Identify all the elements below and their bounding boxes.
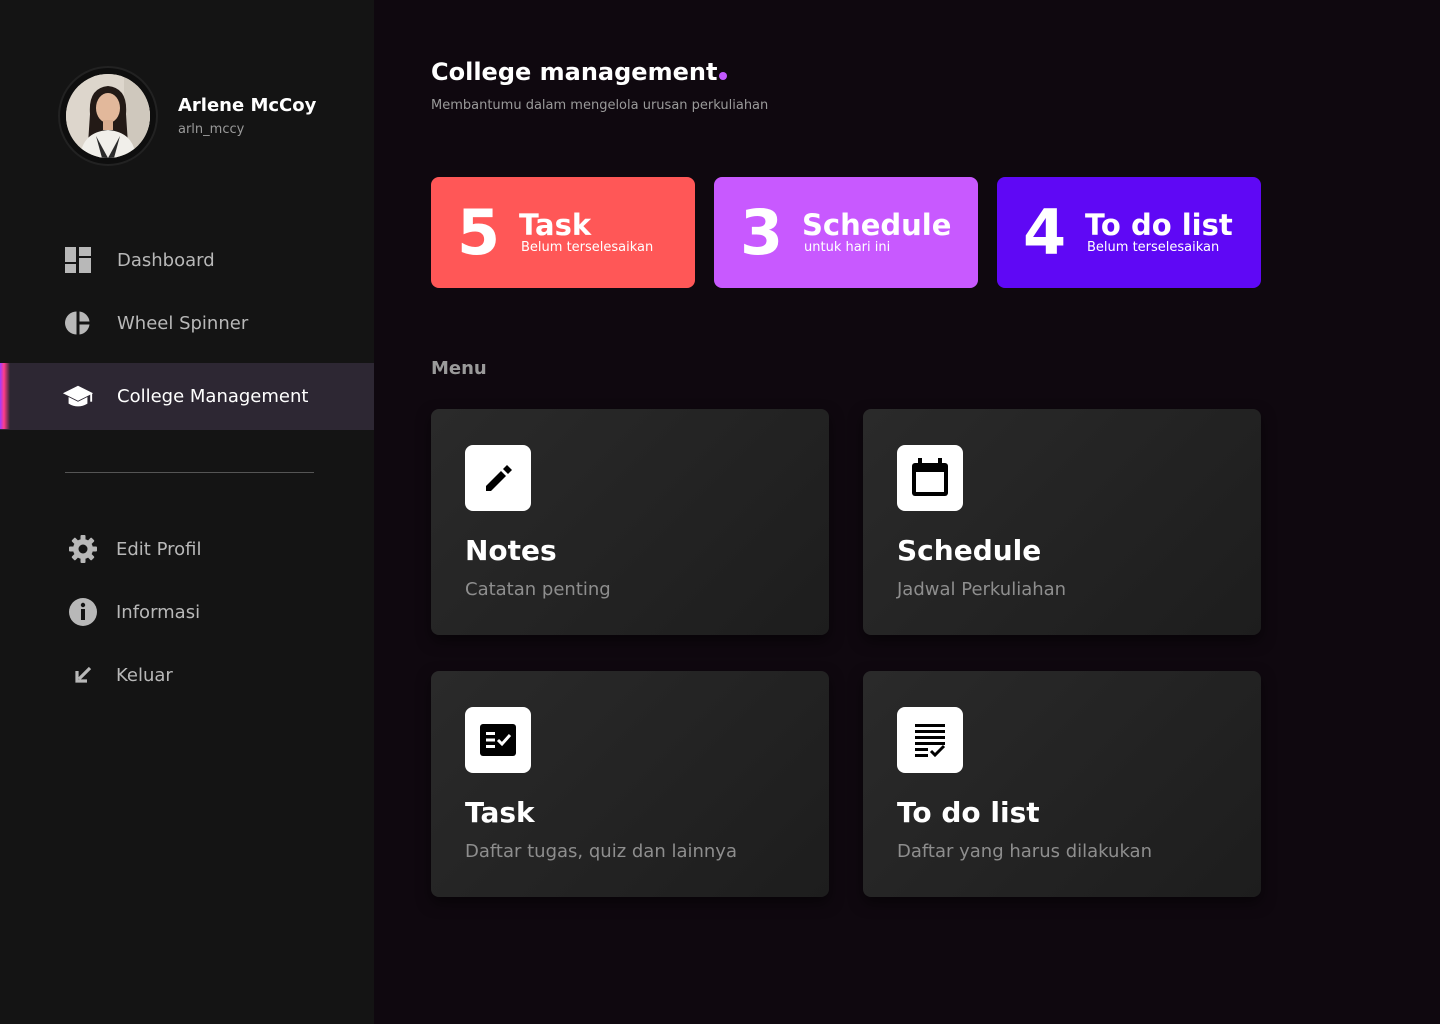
nav-label-college-management: College Management (117, 386, 309, 407)
nav-label-keluar: Keluar (116, 664, 173, 686)
stat-card-task[interactable]: 5 Task Belum terselesaikan (431, 177, 695, 288)
menu-card-title: Notes (465, 534, 557, 567)
title-dot (719, 72, 728, 80)
stat-text: Schedule untuk hari ini (802, 207, 952, 256)
pencil-icon (465, 445, 531, 511)
menu-card-title: To do list (897, 796, 1040, 829)
nav-item-keluar[interactable]: Keluar (0, 642, 374, 708)
avatar-image (66, 74, 150, 158)
task-checklist-icon (465, 707, 531, 773)
pie-chart-icon (62, 307, 94, 339)
info-icon (67, 596, 99, 628)
page-title: College management (431, 58, 728, 86)
page-title-text: College management (431, 58, 718, 86)
stat-title: Schedule (802, 207, 952, 242)
sidebar-divider (65, 472, 314, 473)
todo-list-icon (897, 707, 963, 773)
stat-text: To do list Belum terselesaikan (1085, 207, 1233, 256)
menu-card-task[interactable]: Task Daftar tugas, quiz dan lainnya (431, 671, 829, 897)
profile-handle: arln_mccy (178, 122, 245, 137)
stat-subtitle: untuk hari ini (804, 240, 891, 256)
stat-count: 5 (457, 195, 501, 269)
stat-card-schedule[interactable]: 3 Schedule untuk hari ini (714, 177, 978, 288)
menu-card-todo[interactable]: To do list Daftar yang harus dilakukan (863, 671, 1261, 897)
profile[interactable]: Arlene McCoy arln_mccy (58, 66, 316, 166)
menu-card-subtitle: Daftar tugas, quiz dan lainnya (465, 841, 737, 862)
stat-count: 4 (1023, 195, 1067, 269)
menu-card-title: Task (465, 796, 535, 829)
sidebar: Arlene McCoy arln_mccy Dashboard Wheel S… (0, 0, 374, 1024)
profile-text: Arlene McCoy arln_mccy (178, 95, 316, 137)
avatar-ring (58, 66, 158, 166)
nav-item-college-management[interactable]: College Management (0, 363, 374, 430)
menu-card-subtitle: Catatan penting (465, 579, 611, 600)
menu-card-notes[interactable]: Notes Catatan penting (431, 409, 829, 635)
nav-item-informasi[interactable]: Informasi (0, 579, 374, 645)
menu-card-title: Schedule (897, 534, 1042, 567)
arrow-down-left-icon (67, 659, 99, 691)
menu-label: Menu (431, 358, 487, 379)
nav-item-dashboard[interactable]: Dashboard (0, 227, 374, 293)
gear-icon (67, 533, 99, 565)
nav-label-informasi: Informasi (116, 601, 201, 623)
stat-text: Task Belum terselesaikan (519, 207, 654, 256)
stat-title: Task (519, 207, 592, 242)
avatar[interactable] (66, 74, 150, 158)
stat-subtitle: Belum terselesaikan (521, 240, 654, 256)
nav-label-edit-profil: Edit Profil (116, 538, 202, 560)
page-subtitle: Membantumu dalam mengelola urusan perkul… (431, 98, 769, 113)
calendar-icon (897, 445, 963, 511)
nav-item-edit-profil[interactable]: Edit Profil (0, 516, 374, 582)
menu-card-subtitle: Daftar yang harus dilakukan (897, 841, 1152, 862)
menu-card-subtitle: Jadwal Perkuliahan (897, 579, 1067, 600)
nav-label-dashboard: Dashboard (117, 249, 215, 271)
nav-item-wheel-spinner[interactable]: Wheel Spinner (0, 290, 374, 356)
dashboard-icon (62, 244, 94, 276)
stat-count: 3 (740, 195, 784, 269)
nav-label-wheel-spinner: Wheel Spinner (117, 312, 249, 334)
menu-card-schedule[interactable]: Schedule Jadwal Perkuliahan (863, 409, 1261, 635)
graduation-cap-icon (62, 381, 94, 413)
stat-subtitle: Belum terselesaikan (1087, 240, 1220, 256)
stat-title: To do list (1085, 207, 1233, 242)
stat-card-todo[interactable]: 4 To do list Belum terselesaikan (997, 177, 1261, 288)
profile-name: Arlene McCoy (178, 95, 317, 116)
